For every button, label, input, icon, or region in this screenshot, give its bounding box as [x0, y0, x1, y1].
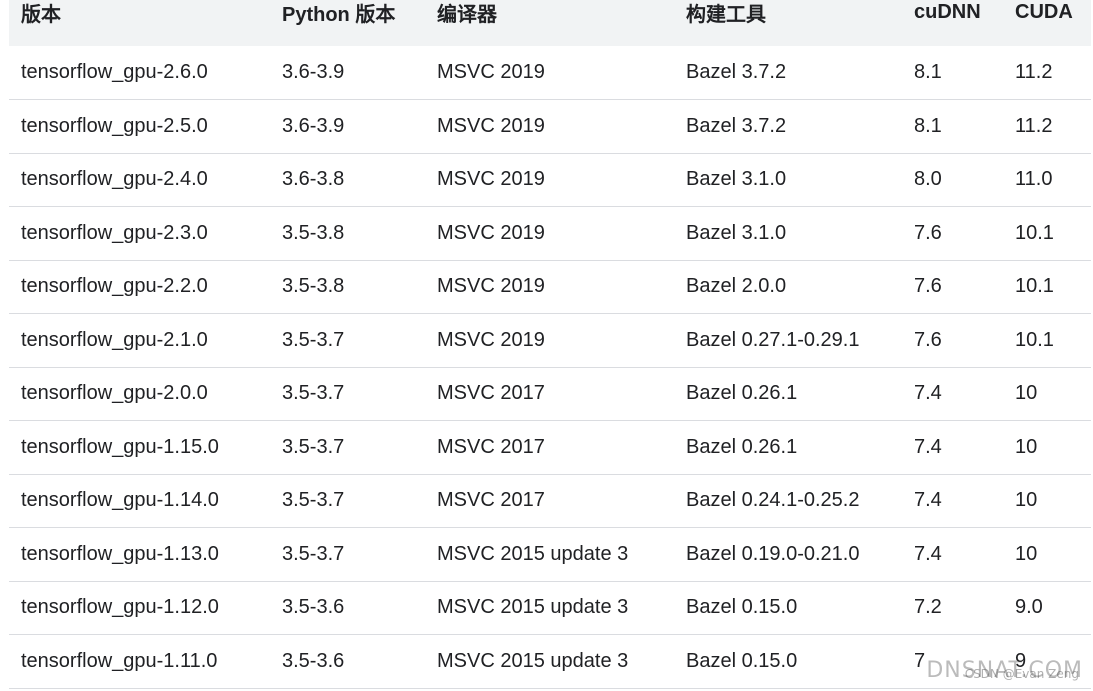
cell-col-version: tensorflow_gpu-1.12.0 [21, 596, 219, 619]
cell-col-python-version: 3.5-3.7 [282, 435, 345, 458]
cell-col-cuda: 11.0 [1015, 168, 1053, 191]
table-row: tensorflow_gpu-1.12.0 3.5-3.6 MSVC 2015 up… [9, 581, 1091, 635]
cell-col-python-version: 3.6-3.9 [282, 61, 345, 83]
cell-col-version: tensorflow_gpu-1.11.0 [21, 649, 218, 672]
cell-col-version: tensorflow_gpu-1.15.0 [21, 435, 219, 458]
table-row: tensorflow_gpu-2.0.0 3.5-3.7 MSVC 2017 Baze… [9, 367, 1091, 421]
cell-col-python-version: 3.5-3.8 [282, 275, 345, 298]
table-row: tensorflow_gpu-1.15.0 3.5-3.7 MSVC 2017 Baz… [9, 421, 1091, 474]
cell-col-cuda: 10 [1015, 435, 1038, 458]
cell-col-compiler: MSVC 2019 [437, 61, 545, 83]
cell-col-build-tool: Bazel 3.1.0 [686, 221, 787, 244]
table-row: tensorflow_gpu-2.1.0 3.5-3.7 MSVC 2019 Baze… [9, 314, 1091, 367]
cell-col-python-version: 3.5-3.7 [282, 328, 345, 351]
cell-col-cuda: 10.1 [1015, 221, 1054, 244]
cell-col-cuda: 10 [1015, 489, 1038, 512]
cell-col-cudnn: 7.4 [914, 382, 942, 405]
cell-col-cudnn: 7.6 [914, 275, 942, 298]
cell-col-build-tool: Bazel 3.7.2 [686, 114, 787, 137]
cell-col-version: tensorflow_gpu-2.4.0 [21, 168, 208, 191]
tensorflow-gpu-version-table: 版本 Python 版本 编译器 构建工具 cuDNN CUDA tensorflow_g… [9, 0, 1091, 689]
cell-col-cudnn: 7.4 [914, 489, 942, 512]
header-col-cuda: CUDA [1015, 0, 1073, 23]
table-row: tensorflow_gpu-2.5.0 3.6-3.9 MSVC 2019 Baze… [9, 100, 1091, 153]
cell-col-version: tensorflow_gpu-2.0.0 [21, 382, 208, 405]
version-table-container: 版本 Python 版本 编译器 构建工具 cuDNN CUDA tensorflow_g… [9, 0, 1091, 689]
cell-col-build-tool: Bazel 0.27.1-0.29.1 [686, 328, 860, 351]
cell-col-compiler: MSVC 2017 [437, 382, 545, 405]
table-row: tensorflow_gpu-2.4.0 3.6-3.8 MSVC 2019 Baze… [9, 153, 1091, 207]
cell-col-python-version: 3.5-3.7 [282, 489, 345, 512]
cell-col-build-tool: Bazel 2.0.0 [686, 275, 787, 298]
cell-col-build-tool: Bazel 0.15.0 [686, 649, 798, 672]
header-col-python-version: Python 版本 [282, 3, 396, 26]
cell-col-build-tool: Bazel 0.15.0 [686, 596, 798, 619]
cell-col-cuda: 10.1 [1015, 328, 1054, 351]
cell-col-python-version: 3.5-3.7 [282, 542, 345, 565]
cell-col-python-version: 3.5-3.6 [282, 596, 345, 619]
cell-col-build-tool: Bazel 0.19.0-0.21.0 [686, 542, 860, 565]
cell-col-compiler: MSVC 2019 [437, 168, 545, 191]
cell-col-version: tensorflow_gpu-2.2.0 [21, 275, 208, 298]
cell-col-compiler: MSVC 2017 [437, 435, 545, 458]
cell-col-cudnn: 7.4 [914, 542, 942, 565]
header-col-version: 版本 [21, 3, 61, 26]
cell-col-cudnn: 7.6 [914, 328, 942, 351]
cell-col-build-tool: Bazel 3.1.0 [686, 168, 787, 191]
cell-col-cuda: 10 [1015, 542, 1038, 565]
header-col-build-tool: 构建工具 [686, 3, 766, 26]
table-row: tensorflow_gpu-2.2.0 3.5-3.8 MSVC 2019 Baze… [9, 260, 1091, 314]
table-row: tensorflow_gpu-2.6.0 3.6-3.9 MSVC 2019 Baze… [9, 46, 1091, 100]
table-row: tensorflow_gpu-2.3.0 3.5-3.8 MSVC 2019 Baze… [9, 207, 1091, 260]
cell-col-cudnn: 7.6 [914, 221, 942, 244]
cell-col-compiler: MSVC 2019 [437, 328, 545, 351]
cell-col-cudnn: 7.2 [914, 596, 942, 619]
cell-col-compiler: MSVC 2015 update 3 [437, 596, 629, 619]
table-row: tensorflow_gpu-1.13.0 3.5-3.7 MSVC 2015 up… [9, 528, 1091, 581]
cell-col-version: tensorflow_gpu-2.1.0 [21, 328, 208, 351]
cell-col-build-tool: Bazel 0.24.1-0.25.2 [686, 489, 860, 512]
cell-col-cudnn: 8.1 [914, 114, 942, 137]
cell-col-compiler: MSVC 2019 [437, 275, 545, 298]
cell-col-cuda: 11.2 [1015, 114, 1053, 137]
cell-col-cudnn: 8.0 [914, 168, 942, 191]
cell-col-cuda: 11.2 [1015, 61, 1053, 83]
cell-col-cuda: 9.0 [1015, 596, 1043, 619]
header-col-cudnn: cuDNN [914, 0, 981, 23]
cell-col-build-tool: Bazel 0.26.1 [686, 382, 798, 405]
cell-col-compiler: MSVC 2015 update 3 [437, 649, 629, 672]
cell-col-build-tool: Bazel 0.26.1 [686, 435, 798, 458]
cell-col-compiler: MSVC 2019 [437, 114, 545, 137]
cell-col-cudnn: 7.4 [914, 435, 942, 458]
table-row: tensorflow_gpu-1.14.0 3.5-3.7 MSVC 2017 Baz… [9, 474, 1091, 528]
cell-col-cudnn: 8.1 [914, 61, 942, 83]
cell-col-python-version: 3.5-3.6 [282, 649, 345, 672]
cell-col-python-version: 3.6-3.9 [282, 114, 345, 137]
header-row: 版本 Python 版本 编译器 构建工具 cuDNN CUDA [9, 0, 1091, 46]
cell-col-python-version: 3.6-3.8 [282, 168, 345, 191]
header-col-compiler: 编译器 [437, 3, 497, 26]
cell-col-compiler: MSVC 2015 update 3 [437, 542, 629, 565]
watermark-site: DNSNAT.COM [926, 658, 1083, 683]
cell-col-version: tensorflow_gpu-1.14.0 [21, 489, 219, 512]
cell-col-python-version: 3.5-3.8 [282, 221, 345, 244]
cell-col-compiler: MSVC 2019 [437, 221, 545, 244]
cell-col-version: tensorflow_gpu-2.3.0 [21, 221, 208, 244]
cell-col-cuda: 10 [1015, 382, 1038, 405]
cell-col-version: tensorflow_gpu-2.5.0 [21, 114, 208, 137]
cell-col-compiler: MSVC 2017 [437, 489, 545, 512]
cell-col-python-version: 3.5-3.7 [282, 382, 345, 405]
cell-col-version: tensorflow_gpu-1.13.0 [21, 542, 219, 565]
table-header: 版本 Python 版本 编译器 构建工具 cuDNN CUDA [9, 0, 1091, 46]
cell-col-version: tensorflow_gpu-2.6.0 [21, 61, 208, 83]
cell-col-build-tool: Bazel 3.7.2 [686, 61, 787, 83]
table-body: tensorflow_gpu-2.6.0 3.6-3.9 MSVC 2019 Baze… [9, 46, 1091, 688]
cell-col-cuda: 10.1 [1015, 275, 1054, 298]
